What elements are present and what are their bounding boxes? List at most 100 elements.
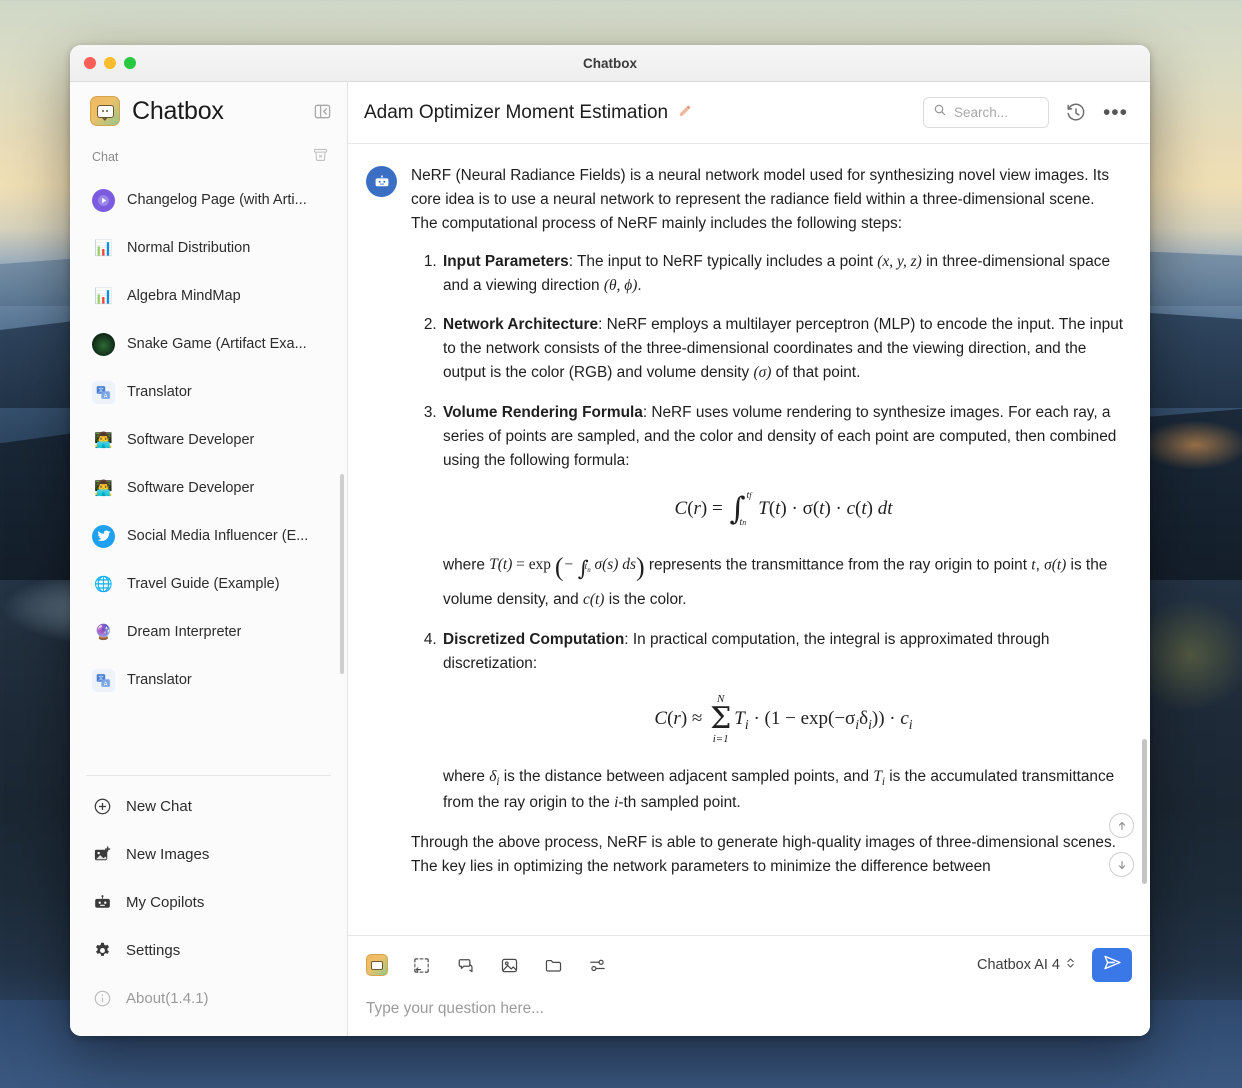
chat-list-item[interactable]: 👨‍💻 Software Developer [70, 416, 347, 464]
where-end: is the color. [604, 591, 686, 608]
sidebar-item-new-chat[interactable]: New Chat [70, 782, 347, 830]
sidebar-item-settings[interactable]: Settings [70, 926, 347, 974]
sidebar: Chatbox Chat [70, 82, 348, 1036]
message-input[interactable] [366, 1000, 1132, 1018]
pencil-icon[interactable] [677, 104, 692, 122]
sidebar-item-my-copilots[interactable]: My Copilots [70, 878, 347, 926]
composer-input-wrapper [366, 1000, 1132, 1018]
info-icon [92, 988, 112, 1008]
search-box[interactable] [923, 97, 1049, 128]
chat-list-item[interactable]: 🌐 Travel Guide (Example) [70, 560, 347, 608]
archive-icon[interactable] [312, 146, 329, 168]
message-closing: Through the above process, NeRF is able … [411, 831, 1124, 879]
svg-text:A: A [104, 393, 108, 399]
where-math-1: T(t) = exp (− ∫tn σ(s) ds) [489, 556, 644, 573]
chat-list-item-label: Dream Interpreter [127, 624, 241, 640]
chat-list-item[interactable]: 🔮 Dream Interpreter [70, 608, 347, 656]
page-title: Adam Optimizer Moment Estimation [364, 102, 668, 124]
chat-list-item-label: Software Developer [127, 432, 254, 448]
chat-section-header: Chat [70, 138, 347, 174]
window-titlebar: Chatbox [70, 45, 1150, 82]
chat-list-item[interactable]: 👨‍💻 Software Developer [70, 464, 347, 512]
purple-play-icon [92, 189, 115, 212]
snake-game-icon [92, 333, 115, 356]
chat-list-item[interactable]: 文 A Translator [70, 656, 347, 704]
arrow-up-circle-icon[interactable] [1109, 813, 1134, 838]
step-item: Volume Rendering Formula: NeRF uses volu… [441, 401, 1124, 612]
bar-chart-icon: 📊 [92, 237, 115, 260]
sidebar-item-label: Settings [126, 942, 180, 959]
message-scrollbar[interactable] [1142, 739, 1147, 884]
crystal-ball-icon: 🔮 [92, 621, 115, 644]
sidebar-item-label: New Images [126, 846, 209, 863]
sidebar-nav: New Chat New Images [70, 782, 347, 1036]
chat-list-item-label: Algebra MindMap [127, 288, 241, 304]
sidebar-item-about[interactable]: About(1.4.1) [70, 974, 347, 1022]
where-clause-1: where T(t) = exp (− ∫tn σ(s) ds) represe… [443, 548, 1124, 612]
step-math-b: (θ, ϕ) [604, 277, 637, 294]
step-math: (x, y, z) [877, 253, 922, 270]
step-title: Volume Rendering Formula [443, 404, 643, 421]
model-selector[interactable]: Chatbox AI 4 [977, 956, 1076, 974]
translate-icon: 文 A [92, 381, 115, 404]
chat-list-item[interactable]: 文 A Translator [70, 368, 347, 416]
send-icon [1102, 952, 1123, 978]
where-clause-2: where δi is the distance between adjacen… [443, 765, 1124, 815]
image-icon[interactable] [498, 954, 520, 976]
send-button[interactable] [1092, 948, 1132, 982]
chat-list-item[interactable]: 📊 Normal Distribution [70, 224, 347, 272]
equation-volume-rendering: C(r) = tf∫tn T(t) · σ(t) · c(t) dt [443, 491, 1124, 528]
chat-list-item-label: Snake Game (Artifact Exa... [127, 336, 307, 352]
chat-list-item-label: Translator [127, 672, 192, 688]
chat-list-item[interactable]: Snake Game (Artifact Exa... [70, 320, 347, 368]
search-icon [933, 103, 947, 122]
where-sigma: σ(t) [1044, 556, 1066, 573]
chatbox-logo-icon[interactable] [366, 954, 388, 976]
sliders-icon[interactable] [586, 954, 608, 976]
globe-icon: 🌐 [92, 573, 115, 596]
arrow-down-circle-icon[interactable] [1109, 852, 1134, 877]
screenshot-icon[interactable] [410, 954, 432, 976]
panel-collapse-icon[interactable] [311, 100, 333, 122]
step-text-c: . [637, 277, 641, 294]
bar-chart-icon: 📊 [92, 285, 115, 308]
chat-section-label: Chat [92, 150, 118, 164]
steps-list: Input Parameters: The input to NeRF typi… [411, 250, 1124, 816]
step-item: Network Architecture: NeRF employs a mul… [441, 313, 1124, 385]
chat-list-item[interactable]: Social Media Influencer (E... [70, 512, 347, 560]
chat-list-item[interactable]: 📊 Algebra MindMap [70, 272, 347, 320]
where-mid2: , [1036, 556, 1045, 573]
chat-list-item-label: Normal Distribution [127, 240, 250, 256]
model-name: Chatbox AI 4 [977, 957, 1060, 973]
image-plus-icon [92, 844, 112, 864]
message-area: NeRF (Neural Radiance Fields) is a neura… [348, 144, 1150, 935]
quote-reply-icon[interactable] [454, 954, 476, 976]
message-body: NeRF (Neural Radiance Fields) is a neura… [411, 164, 1124, 893]
assistant-message: NeRF (Neural Radiance Fields) is a neura… [366, 164, 1124, 893]
history-clock-icon[interactable] [1065, 102, 1087, 124]
chat-list-item-label: Social Media Influencer (E... [127, 528, 308, 544]
step-item: Input Parameters: The input to NeRF typi… [441, 250, 1124, 298]
step-text: : The input to NeRF typically includes a… [569, 253, 878, 270]
chat-list-item-label: Translator [127, 384, 192, 400]
sidebar-brand: Chatbox [70, 82, 347, 138]
composer-toolbar: Chatbox AI 4 [366, 948, 1132, 982]
step-text-b: of that point. [771, 364, 860, 381]
folder-icon[interactable] [542, 954, 564, 976]
composer-actions: Chatbox AI 4 [977, 948, 1132, 982]
chat-list-item[interactable]: Changelog Page (with Arti... [70, 176, 347, 224]
chat-list-item-label: Changelog Page (with Arti... [127, 192, 307, 208]
search-input[interactable] [954, 105, 1039, 120]
more-horizontal-icon[interactable]: ••• [1103, 107, 1128, 119]
sidebar-item-label: My Copilots [126, 894, 204, 911]
where2-delta: δi [489, 768, 499, 785]
header-actions: ••• [923, 97, 1128, 128]
sidebar-scrollbar[interactable] [340, 474, 344, 674]
gear-icon [92, 940, 112, 960]
step-math: (σ) [754, 364, 772, 381]
sidebar-item-new-images[interactable]: New Images [70, 830, 347, 878]
robot-avatar-icon [366, 166, 397, 197]
developer-icon: 👨‍💻 [92, 429, 115, 452]
where2-pre: where [443, 768, 489, 785]
chat-list[interactable]: Changelog Page (with Arti... 📊 Normal Di… [70, 174, 347, 771]
